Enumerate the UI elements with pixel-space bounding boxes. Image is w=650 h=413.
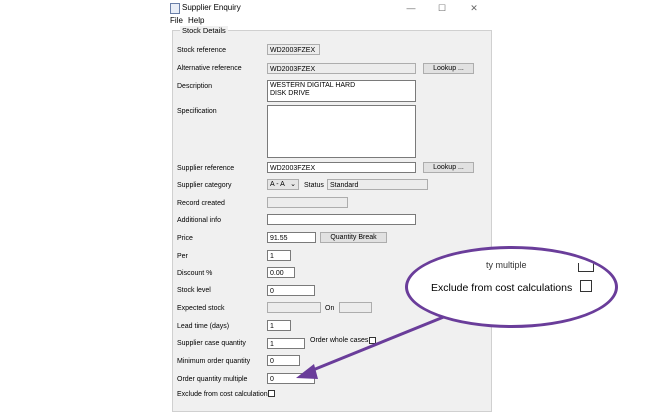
- callout-arrowhead: [296, 364, 318, 379]
- callout-arrow-line: [307, 310, 457, 374]
- zoom-callout: ty multiple Exclude from cost calculatio…: [405, 246, 618, 328]
- callout-peek-text: ty multiple: [486, 260, 527, 270]
- callout-label: Exclude from cost calculations: [431, 282, 573, 294]
- callout-arrow: [296, 310, 457, 379]
- callout-peek-field: [578, 263, 594, 272]
- callout-checkbox: [580, 280, 592, 292]
